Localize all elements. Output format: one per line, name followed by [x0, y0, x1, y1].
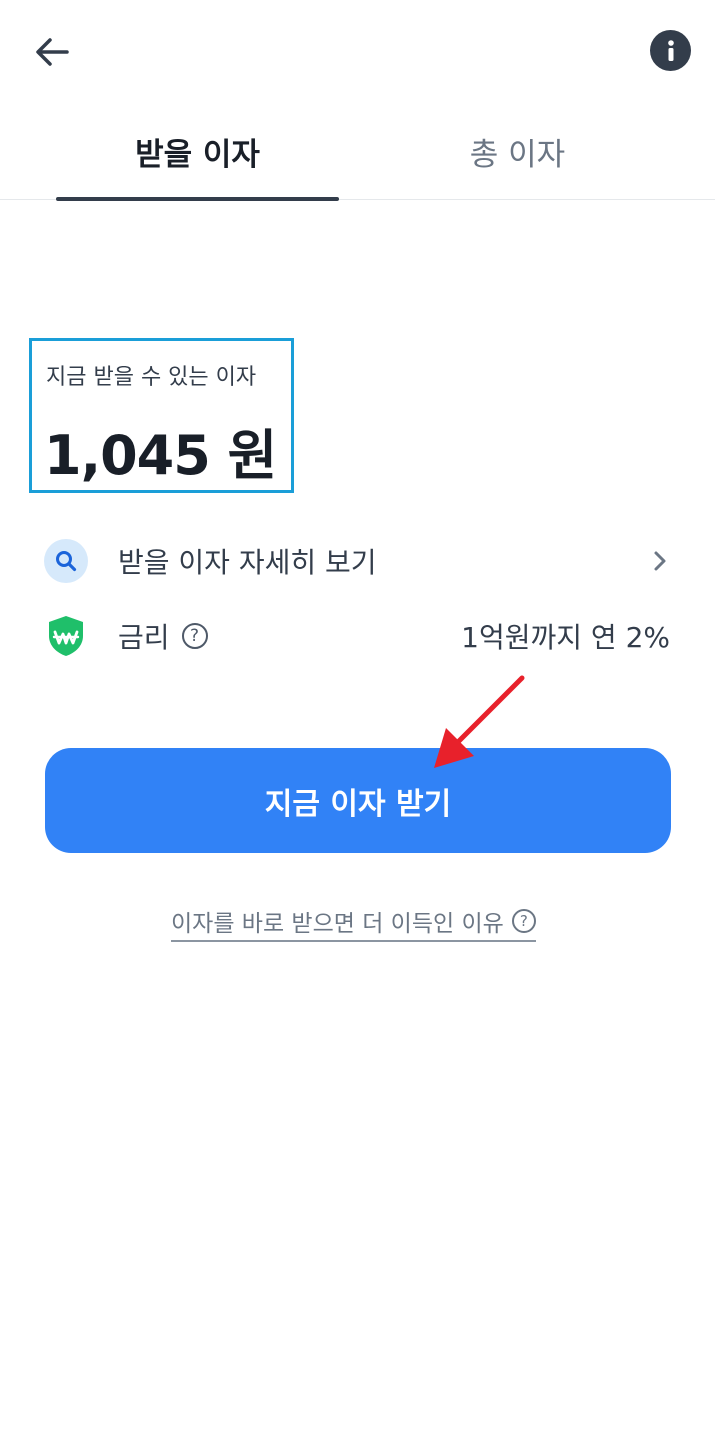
top-bar — [0, 0, 715, 104]
back-button[interactable] — [28, 28, 76, 76]
interest-detail-label: 받을 이자 자세히 보기 — [118, 546, 377, 579]
available-interest-label: 지금 받을 수 있는 이자 — [46, 365, 257, 390]
interest-detail-row[interactable]: 받을 이자 자세히 보기 — [44, 534, 674, 588]
tab-received-interest[interactable]: 받을 이자 — [56, 104, 339, 201]
receive-interest-now-button[interactable]: 지금 이자 받기 — [45, 748, 671, 853]
tab-bar: 받을 이자 총 이자 — [0, 104, 715, 201]
tab-label: 총 이자 — [469, 137, 566, 173]
interest-rate-value: 1억원까지 연 2% — [461, 621, 670, 654]
interest-rate-label: 금리 — [118, 621, 170, 654]
interest-rate-row: 금리 ? 1억원까지 연 2% — [44, 609, 674, 663]
why-receive-now-label: 이자를 바로 받으면 더 이득인 이유 — [171, 911, 504, 937]
available-interest-amount: 1,045 원 — [44, 424, 277, 487]
info-button[interactable] — [650, 30, 691, 71]
won-shield-icon — [49, 616, 83, 656]
won-shield-icon-wrap — [44, 614, 88, 658]
search-icon — [56, 551, 77, 572]
info-icon — [667, 39, 674, 61]
search-icon-badge — [44, 539, 88, 583]
rate-help-icon[interactable]: ? — [181, 623, 208, 649]
active-tab-indicator — [56, 197, 339, 201]
tab-label: 받을 이자 — [135, 137, 260, 173]
chevron-right-icon — [654, 551, 666, 571]
arrow-left-icon — [36, 38, 69, 66]
why-receive-now-link[interactable]: 이자를 바로 받으면 더 이득인 이유 ? — [171, 902, 536, 942]
tab-total-interest[interactable]: 총 이자 — [376, 104, 659, 199]
why-help-icon: ? — [511, 909, 536, 933]
available-interest-box: 지금 받을 수 있는 이자 1,045 원 — [29, 338, 294, 493]
